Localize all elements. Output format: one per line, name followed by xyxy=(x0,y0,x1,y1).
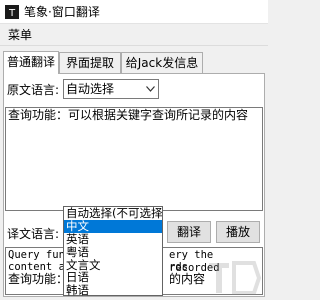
target-language-label: 译文语言: xyxy=(7,227,60,241)
source-text-area[interactable]: 查询功能：可以根据关键字查询所记录的内容 xyxy=(5,107,263,211)
dropdown-option-korean[interactable]: 韩语 xyxy=(64,284,162,297)
dropdown-option-cantonese[interactable]: 粤语 xyxy=(64,246,162,259)
menu-bar: 菜单 xyxy=(0,24,268,46)
tab-strip: 普通翻译 界面提取 给Jack发信息 xyxy=(3,51,265,74)
target-language-dropdown: 自动选择(不可选择) 中文 英语 粤语 文言文 日语 韩语 xyxy=(63,206,163,297)
source-text: 查询功能：可以根据关键字查询所记录的内容 xyxy=(8,108,249,122)
translate-button[interactable]: 翻译 xyxy=(167,221,211,243)
source-language-select[interactable]: 自动选择 xyxy=(63,79,159,99)
title-bar: T 笔象·窗口翻译 xyxy=(0,0,268,24)
tab-message-jack[interactable]: 给Jack发信息 xyxy=(121,52,203,74)
dropdown-option-chinese[interactable]: 中文 xyxy=(64,219,162,233)
dropdown-option-classical-chinese[interactable]: 文言文 xyxy=(64,259,162,272)
dropdown-option-english[interactable]: 英语 xyxy=(64,233,162,246)
chevron-down-icon xyxy=(142,80,158,98)
svg-text:T: T xyxy=(8,8,16,19)
watermark-logo-icon xyxy=(209,261,262,295)
source-language-label: 原文语言: xyxy=(7,83,60,97)
dropdown-option-japanese[interactable]: 日语 xyxy=(64,271,162,284)
menu-item-main[interactable]: 菜单 xyxy=(8,28,32,42)
window-title: 笔象·窗口翻译 xyxy=(24,5,100,19)
app-icon: T xyxy=(5,5,19,19)
dropdown-option-auto[interactable]: 自动选择(不可选择) xyxy=(64,207,162,220)
output-line-3-start: 查询功能： xyxy=(8,272,69,286)
output-line-3-end: 的内容 xyxy=(169,272,206,286)
tab-ui-extract[interactable]: 界面提取 xyxy=(59,52,121,74)
tab-normal-translate[interactable]: 普通翻译 xyxy=(3,51,59,74)
source-language-value: 自动选择 xyxy=(66,82,115,96)
play-button[interactable]: 播放 xyxy=(216,221,260,243)
